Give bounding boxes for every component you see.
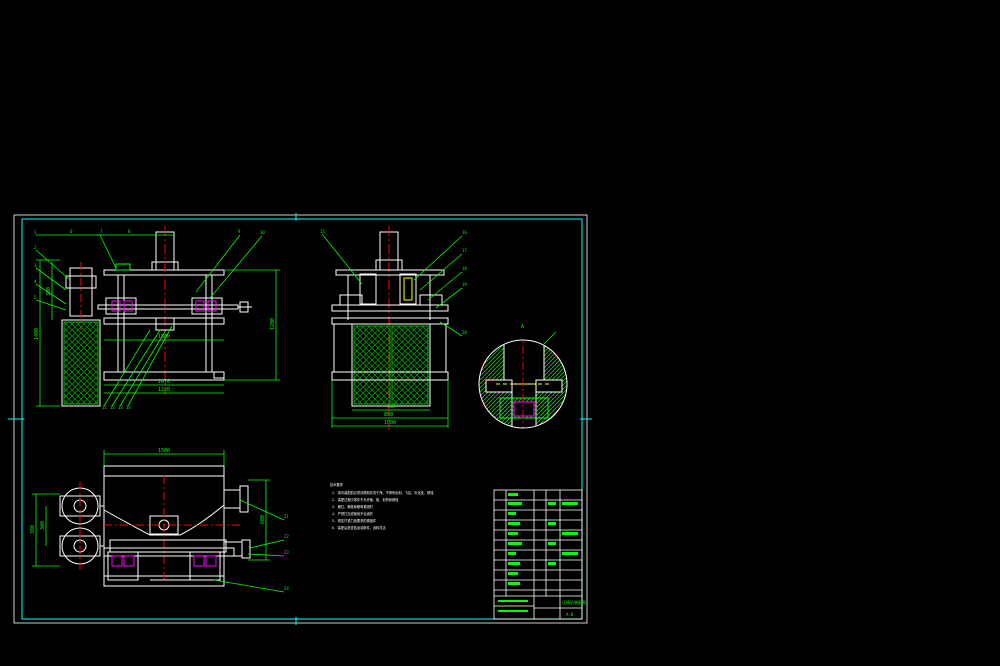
part-balloon-label: 10 — [260, 230, 265, 235]
detail-view — [478, 331, 568, 429]
dim-text: 1400 — [34, 328, 40, 340]
notes-title: 技术要求 — [330, 482, 344, 487]
dim-text: 1220 — [158, 387, 170, 393]
dim-text: 1000 — [384, 420, 396, 426]
part-balloon-label: 13 — [118, 405, 123, 410]
dim-text: 600 — [260, 515, 266, 524]
part-balloon-label: 17 — [462, 248, 467, 253]
dim-text: 1470 — [158, 379, 170, 385]
note-line: 2. 装配过程中零件不允许磕、碰、划伤和锈蚀 — [332, 497, 399, 502]
part-balloon-label: 21 — [284, 514, 289, 519]
note-line: 4. 严禁打击或使用不合适的 — [332, 511, 373, 516]
technical-notes: 技术要求 1. 零件装配前必须清理和清洗干净，不得有毛刺、飞边、氧化皮、锈蚀 2… — [330, 482, 434, 530]
detail-view-label: A — [521, 324, 524, 330]
part-balloon-label: 1 — [34, 230, 37, 235]
part-balloon-label: 18 — [462, 266, 467, 271]
part-balloon-label: 12 — [110, 405, 115, 410]
part-balloon-label: 4 — [34, 279, 37, 284]
cad-drawing-canvas: 1500 1470 1220 1400 390 1200 700 850 100… — [8, 213, 592, 625]
note-line: 5. 规定拧紧力矩要求的紧固件 — [332, 518, 377, 523]
dim-text: 340 — [40, 521, 46, 530]
part-balloon-label: 8 — [128, 229, 131, 234]
plan-view-dimensions: 1500 380 600 340 — [30, 448, 266, 534]
note-line: 3. 螺钉、螺栓和螺母紧固时 — [332, 504, 374, 509]
drawing-number: A-0 — [566, 612, 574, 617]
part-balloon-label: 11 — [102, 405, 107, 410]
part-balloon-label: 19 — [462, 282, 467, 287]
part-balloon-label: 22 — [284, 534, 289, 539]
part-balloon-label: 2 — [34, 245, 37, 250]
part-balloon-label: 6 — [70, 229, 73, 234]
note-line: 6. 装配后检查各运动部件，运转灵活 — [332, 525, 386, 530]
dim-text: 1500 — [158, 448, 170, 454]
drawing-name: 压铸机装配图 — [562, 599, 586, 605]
dim-text: 700 — [386, 404, 395, 410]
part-balloon-label: 20 — [462, 330, 467, 335]
part-balloon-label: 9 — [238, 229, 241, 234]
part-balloon-label: 3 — [34, 263, 37, 268]
dim-text: 380 — [30, 525, 36, 534]
part-balloon-label: 16 — [462, 230, 467, 235]
plan-view — [32, 450, 285, 593]
dim-text: 390 — [46, 287, 52, 296]
dim-text: 1200 — [270, 318, 276, 330]
part-balloon-label: 15 — [320, 229, 325, 234]
dim-text: 1500 — [158, 334, 170, 340]
note-line: 1. 零件装配前必须清理和清洗干净，不得有毛刺、飞边、氧化皮、锈蚀 — [332, 490, 434, 495]
side-view-dimensions: 700 850 1000 — [384, 404, 396, 426]
part-balloon-label: 7 — [100, 229, 103, 234]
part-balloon-label: 24 — [284, 586, 289, 591]
dim-text: 850 — [384, 412, 393, 418]
part-balloon-label: 14 — [126, 405, 131, 410]
side-view — [321, 226, 463, 430]
part-balloon-label: 5 — [34, 295, 37, 300]
part-balloon-label: 23 — [284, 550, 289, 555]
